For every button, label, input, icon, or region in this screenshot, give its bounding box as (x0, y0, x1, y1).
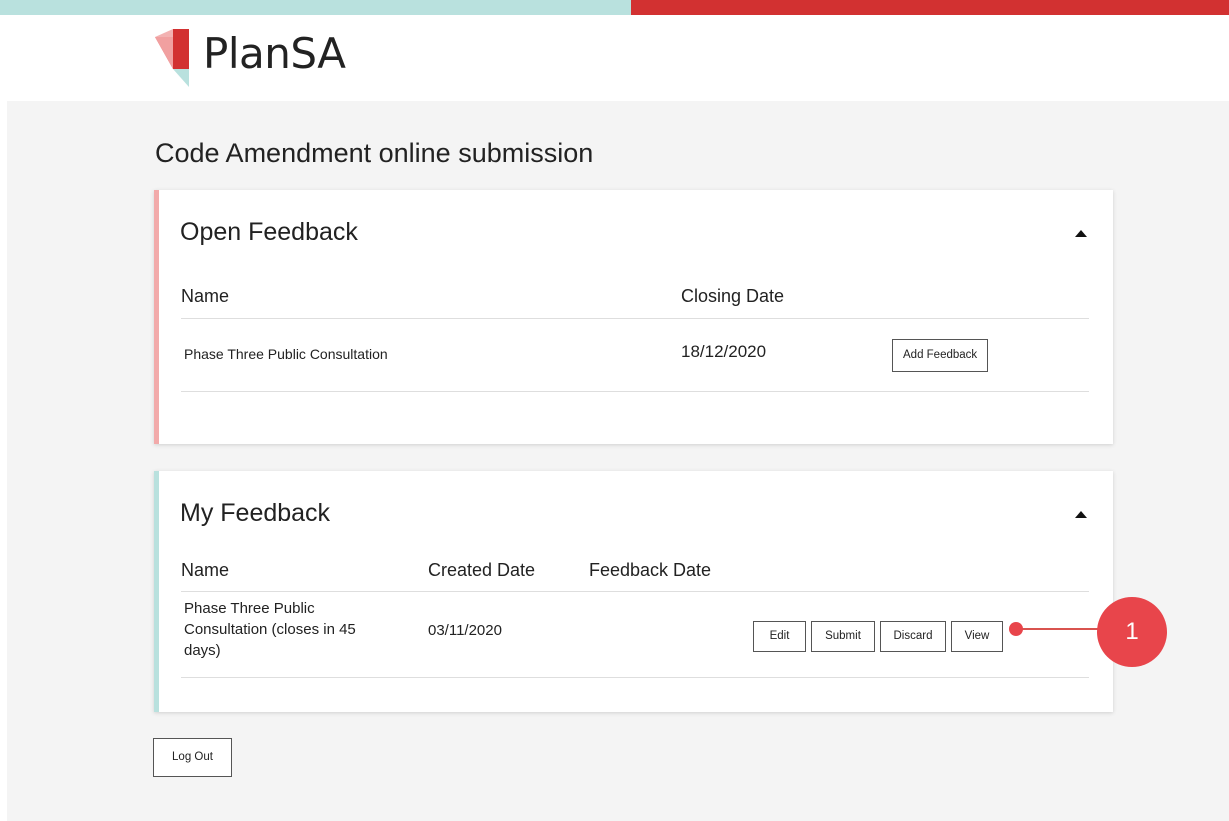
caret-up-icon[interactable] (1075, 230, 1087, 237)
top-accent-bar-teal (0, 0, 631, 15)
site-header: PlanSA (0, 15, 1229, 101)
feedback-name-line: Phase Three Public (184, 600, 315, 617)
closing-date: 18/12/2020 (681, 342, 767, 361)
my-feedback-title: My Feedback (180, 499, 331, 527)
callout-line (1020, 628, 1100, 630)
feedback-name: Phase Three Public Consultation (184, 346, 388, 362)
log-out-button[interactable]: Log Out (153, 738, 232, 777)
column-header-closing-date: Closing Date (681, 286, 785, 306)
discard-button[interactable]: Discard (880, 621, 946, 652)
my-feedback-panel: My Feedback Name Created Date Feedback D… (154, 471, 1113, 712)
feedback-name-line: Consultation (closes in 45 (184, 621, 356, 638)
column-header-created-date: Created Date (428, 560, 536, 580)
plansa-logo-icon (155, 29, 189, 87)
brand-name: PlanSA (203, 29, 346, 78)
table-divider (181, 677, 1089, 678)
view-button[interactable]: View (951, 621, 1003, 652)
submit-button[interactable]: Submit (811, 621, 875, 652)
plansa-logo[interactable]: PlanSA (155, 27, 395, 89)
main-content: Code Amendment online submission Open Fe… (7, 101, 1229, 821)
created-date: 03/11/2020 (428, 622, 502, 639)
page-title: Code Amendment online submission (155, 138, 594, 168)
feedback-name-line: days) (184, 642, 221, 659)
table-divider (181, 318, 1089, 319)
caret-up-icon[interactable] (1075, 511, 1087, 518)
add-feedback-button[interactable]: Add Feedback (892, 339, 989, 372)
top-accent-bar-red (631, 0, 1229, 15)
callout-number-badge: 1 (1097, 597, 1167, 667)
top-accent-bar (0, 0, 1229, 15)
table-divider (181, 591, 1089, 592)
edit-button[interactable]: Edit (753, 621, 806, 652)
feedback-name: Phase Three Public Consultation (closes … (184, 598, 356, 661)
column-header-feedback-date: Feedback Date (589, 560, 712, 580)
column-header-name: Name (181, 560, 230, 580)
table-divider (181, 391, 1089, 392)
open-feedback-panel: Open Feedback Name Closing Date Phase Th… (154, 190, 1113, 444)
column-header-name: Name (181, 286, 230, 306)
callout-dot (1009, 622, 1023, 636)
open-feedback-title: Open Feedback (180, 218, 358, 246)
